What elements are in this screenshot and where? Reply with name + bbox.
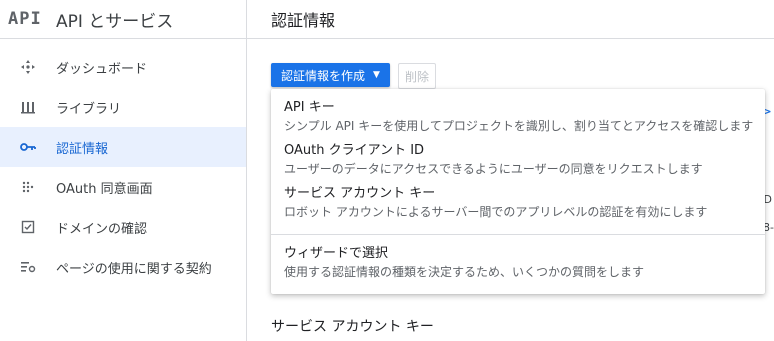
create-credentials-button[interactable]: 認証情報を作成 ▼ bbox=[271, 63, 390, 87]
menu-item-description: ユーザーのデータにアクセスできるようにユーザーの同意をリクエストします bbox=[284, 162, 703, 176]
menu-item-title: サービス アカウント キー bbox=[284, 186, 436, 201]
sidebar-item-label: ダッシュボード bbox=[56, 61, 148, 77]
sidebar-item-oauth-consent[interactable]: OAuth 同意画面 bbox=[0, 167, 246, 207]
menu-item-wizard[interactable]: ウィザードで選択 使用する認証情報の種類を決定するため、いくつかの質問をします bbox=[271, 245, 765, 281]
sidebar-item-label: OAuth 同意画面 bbox=[56, 181, 153, 197]
menu-item-api-key[interactable]: API キー シンプル API キーを使用してプロジェクトを識別し、割り当てとア… bbox=[271, 99, 765, 135]
domain-verification-icon bbox=[0, 219, 56, 235]
page-usage-agreements-icon bbox=[0, 259, 56, 275]
sidebar-item-domain-verification[interactable]: ドメインの確認 bbox=[0, 207, 246, 247]
sidebar-item-label: ページの使用に関する契約 bbox=[56, 261, 212, 277]
menu-divider bbox=[271, 234, 765, 235]
sidebar-item-label: ライブラリ bbox=[56, 101, 122, 117]
key-icon bbox=[0, 139, 56, 155]
delete-button[interactable]: 削除 bbox=[397, 63, 436, 89]
menu-item-description: 使用する認証情報の種類を決定するため、いくつかの質問をします bbox=[284, 265, 645, 279]
create-credentials-menu: API キー シンプル API キーを使用してプロジェクトを識別し、割り当てとア… bbox=[271, 89, 765, 294]
sidebar-item-library[interactable]: ライブラリ bbox=[0, 87, 246, 127]
sidebar: API API とサービス ダッシュボード ライブラリ 認証情報 OAuth 同… bbox=[0, 0, 247, 341]
create-credentials-label: 認証情報を作成 bbox=[281, 68, 366, 83]
sidebar-item-dashboard[interactable]: ダッシュボード bbox=[0, 47, 246, 87]
sidebar-item-label: 認証情報 bbox=[56, 141, 109, 157]
page-title: 認証情報 bbox=[247, 0, 774, 39]
sidebar-item-label: ドメインの確認 bbox=[56, 221, 148, 237]
menu-item-description: シンプル API キーを使用してプロジェクトを識別し、割り当てとアクセスを確認し… bbox=[284, 119, 754, 133]
sidebar-header: API API とサービス bbox=[0, 0, 246, 39]
oauth-consent-icon bbox=[0, 179, 56, 195]
dashboard-icon bbox=[0, 59, 56, 75]
menu-item-service-account-key[interactable]: サービス アカウント キー ロボット アカウントによるサーバー間でのアプリレベル… bbox=[271, 185, 765, 221]
menu-item-description: ロボット アカウントによるサーバー間でのアプリレベルの認証を有効にします bbox=[284, 205, 708, 219]
api-logo: API bbox=[8, 9, 42, 29]
sidebar-title: API とサービス bbox=[56, 11, 174, 32]
library-icon bbox=[0, 99, 56, 115]
menu-item-title: API キー bbox=[284, 100, 335, 115]
menu-item-title: OAuth クライアント ID bbox=[284, 143, 425, 158]
sidebar-item-credentials[interactable]: 認証情報 bbox=[0, 127, 246, 167]
caret-down-icon: ▼ bbox=[373, 70, 380, 80]
menu-item-title: ウィザードで選択 bbox=[284, 246, 389, 261]
sidebar-nav: ダッシュボード ライブラリ 認証情報 OAuth 同意画面 ドメインの確認 ペー… bbox=[0, 47, 246, 287]
section-title-service-account-keys: サービス アカウント キー bbox=[271, 319, 434, 335]
menu-item-oauth-client-id[interactable]: OAuth クライアント ID ユーザーのデータにアクセスできるようにユーザーの… bbox=[271, 142, 765, 178]
sidebar-item-page-usage-agreements[interactable]: ページの使用に関する契約 bbox=[0, 247, 246, 287]
toolbar: 認証情報を作成 ▼ 削除 bbox=[271, 63, 436, 89]
